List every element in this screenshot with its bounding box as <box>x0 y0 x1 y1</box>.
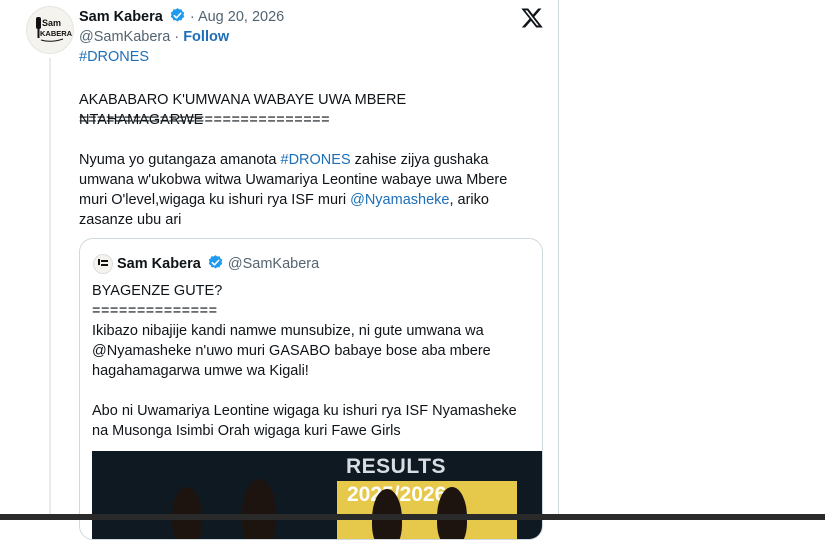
tweet-card: Sam KABERA Sam Kabera · Aug 20, 2026 @Sa… <box>10 0 559 540</box>
timestamp[interactable]: · Aug 20, 2026 <box>190 9 284 25</box>
quoted-line-4: Abo ni Uwamariya Leontine wigaga ku ishu… <box>92 403 517 439</box>
quoted-line-2: ============== <box>92 303 218 319</box>
quoted-author-avatar <box>93 254 113 274</box>
tweet-header: Sam Kabera · Aug 20, 2026 <box>79 7 284 28</box>
person-figure <box>242 479 276 539</box>
author-handle[interactable]: @SamKabera <box>79 29 170 45</box>
quoted-avatar-logo-icon <box>94 255 112 273</box>
verified-badge-icon <box>169 7 186 28</box>
separator-dot: · <box>174 29 180 45</box>
svg-text:Sam: Sam <box>42 18 61 28</box>
author-avatar[interactable]: Sam KABERA <box>26 6 74 54</box>
hashtag-drones-link[interactable]: #DRONES <box>281 152 351 168</box>
mention-nyamasheke-link[interactable]: @Nyamasheke <box>350 192 449 208</box>
para-text-1: Nyuma yo gutangaza amanota <box>79 152 281 168</box>
results-banner-text: RESULTS <box>346 455 446 478</box>
thread-line <box>49 58 51 520</box>
quoted-author-handle: @SamKabera <box>227 256 320 272</box>
quoted-header: Sam Kabera @SamKabera <box>117 254 319 275</box>
x-logo-icon[interactable] <box>520 6 544 30</box>
verified-badge-icon <box>207 254 224 275</box>
quoted-line-1: BYAGENZE GUTE? <box>92 283 223 299</box>
handle-row: @SamKabera · Follow <box>79 29 229 45</box>
bottom-media-strip <box>0 514 825 520</box>
hashtag-link[interactable]: #DRONES <box>79 49 149 65</box>
svg-text:KABERA: KABERA <box>40 29 73 38</box>
follow-button[interactable]: Follow <box>183 29 229 45</box>
quoted-line-3: Ikibazo nibajije kandi namwe munsubize, … <box>92 323 491 379</box>
tweet-rule: ============================ <box>79 112 331 128</box>
avatar-logo-icon: Sam KABERA <box>28 8 73 52</box>
quoted-tweet[interactable]: Sam Kabera @SamKabera BYAGENZE GUTE? ===… <box>79 238 543 540</box>
author-name[interactable]: Sam Kabera <box>79 9 163 25</box>
tweet-paragraph: Nyuma yo gutangaza amanota #DRONES zahis… <box>79 150 529 230</box>
quoted-media-image[interactable]: RESULTS 2025/2026 <box>92 451 542 539</box>
quoted-author-name: Sam Kabera <box>117 256 201 272</box>
